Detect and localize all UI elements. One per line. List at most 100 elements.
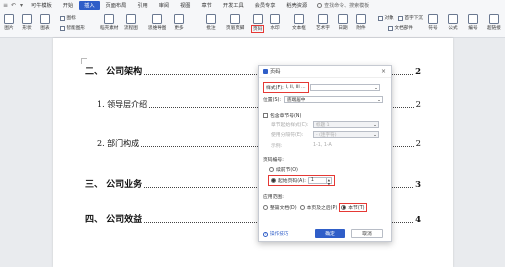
- page-number-icon: [252, 14, 263, 24]
- flowchart-button[interactable]: 流程图: [124, 14, 138, 31]
- menu-section[interactable]: 章节: [196, 1, 216, 10]
- object-button[interactable]: 对象: [378, 15, 394, 21]
- flowchart-icon: [125, 14, 136, 24]
- link-icon: [488, 14, 499, 24]
- smart-graph-icon: [60, 25, 65, 31]
- paperclip-icon: [356, 14, 366, 24]
- include-chapter-row[interactable]: 包含章节号(N): [263, 112, 301, 119]
- style-value: I, II, III ...: [285, 85, 306, 90]
- doc-parts-button[interactable]: 文档部件: [388, 25, 413, 31]
- help-icon: ?: [263, 231, 268, 237]
- undo-icon[interactable]: ↶: [10, 2, 17, 9]
- smart-graph-button[interactable]: 智能图形: [60, 25, 85, 31]
- menu-review[interactable]: 审阅: [154, 1, 174, 10]
- dialog-title-bar[interactable]: 页码 ×: [259, 66, 391, 78]
- picture-icon: [4, 14, 14, 24]
- comment-button[interactable]: 批注: [206, 14, 216, 31]
- wps-logo-icon: [263, 69, 268, 74]
- symbol-button[interactable]: 符号: [428, 14, 438, 31]
- style-select[interactable]: [309, 84, 380, 91]
- doc-parts-icon: [388, 25, 393, 31]
- shape-button[interactable]: 形状: [22, 14, 32, 31]
- mindmap-button[interactable]: 思维导图: [148, 14, 166, 31]
- start-page-highlight: 起始页码(A): 1 ▲ ▼: [268, 175, 335, 186]
- header-footer-button[interactable]: 页眉页脚: [226, 14, 244, 31]
- textbox-icon: [293, 14, 304, 24]
- menu-member[interactable]: 会员专享: [250, 1, 281, 10]
- menu-dev[interactable]: 开发工具: [218, 1, 249, 10]
- document-page[interactable]: 二、 公司架构 2 1. 领导层介绍 2 2. 部门构成 2 三、 公司业务 3 四、 …: [53, 38, 453, 267]
- icon-library-button[interactable]: 图标: [60, 15, 76, 21]
- formula-button[interactable]: 公式: [448, 14, 458, 31]
- include-chapter-checkbox[interactable]: [263, 113, 268, 118]
- chart-icon: [40, 14, 50, 24]
- chapter-start-select[interactable]: 标题 1: [313, 121, 379, 128]
- page-number-dialog: 页码 × 样式(F): I, II, III ... 位置(S): 底端居中 包…: [258, 65, 392, 242]
- position-row: 位置(S): 底端居中: [263, 96, 383, 103]
- ok-button[interactable]: 确定: [315, 229, 345, 238]
- numbering-heading: 页码编号:: [263, 158, 284, 163]
- apply-section-highlight: 本节(T): [339, 203, 367, 212]
- apply-after-radio[interactable]: [299, 205, 305, 210]
- apply-section-radio[interactable]: [341, 205, 347, 210]
- menu-template[interactable]: 可牛模板: [26, 1, 57, 10]
- watermark-button[interactable]: 水印: [270, 14, 280, 31]
- picture-button[interactable]: 图片: [4, 14, 14, 31]
- redo-icon[interactable]: ▾: [18, 2, 25, 9]
- spin-down-icon[interactable]: ▼: [328, 182, 330, 186]
- apply-row: 整篇文档(D) 本页及之后(P) 本节(T): [263, 203, 367, 212]
- start-page-row: 起始页码(A): 1 ▲ ▼: [268, 175, 335, 186]
- start-page-radio[interactable]: [271, 178, 276, 183]
- wordart-button[interactable]: 艺术字: [316, 14, 330, 31]
- apply-heading: 应用范围:: [263, 195, 284, 200]
- icons-icon: [60, 15, 65, 21]
- menu-home[interactable]: 开始: [58, 1, 78, 10]
- object-icon: [378, 15, 383, 21]
- example-row: 示例: 1-1, 1-A: [271, 143, 332, 149]
- continue-prev-option[interactable]: 续前节(O): [269, 166, 298, 173]
- pi-icon: [448, 14, 458, 24]
- start-page-spinner[interactable]: 1 ▲ ▼: [307, 177, 332, 186]
- chart-button[interactable]: 图表: [40, 14, 50, 31]
- command-search[interactable]: 查找命令、搜索模板: [317, 2, 369, 9]
- mindmap-icon: [152, 14, 163, 24]
- omega-icon: [428, 14, 438, 24]
- comment-icon: [206, 14, 216, 24]
- close-icon[interactable]: ×: [381, 68, 386, 75]
- stock-material-button[interactable]: 稻壳素材: [100, 14, 118, 31]
- menu-icon[interactable]: ≡: [2, 2, 9, 9]
- header-footer-icon: [230, 14, 241, 24]
- menu-view[interactable]: 视图: [175, 1, 195, 10]
- menu-reference[interactable]: 引用: [132, 1, 152, 10]
- calendar-icon: [338, 14, 348, 24]
- menu-insert[interactable]: 插入: [79, 1, 100, 10]
- separator-select[interactable]: - (连字符): [313, 131, 379, 138]
- number-icon: [468, 14, 478, 24]
- position-select[interactable]: 底端居中: [284, 96, 383, 103]
- wordart-icon: [317, 14, 328, 24]
- number-button[interactable]: 编号: [468, 14, 478, 31]
- menu-docer[interactable]: 稻壳资源: [281, 1, 312, 10]
- stock-icon: [104, 14, 115, 24]
- apply-whole-radio[interactable]: [263, 205, 268, 210]
- page-number-button[interactable]: 页码: [251, 14, 265, 33]
- menu-bar: ≡ ↶ ▾ 可牛模板 开始 插入 页面布局 引用 审阅 视图 章节 开发工具 会…: [0, 0, 505, 11]
- date-button[interactable]: 日期: [338, 14, 348, 31]
- ribbon: 图片 形状 图表 图标 智能图形 稻壳素材 流程图 思维导图 更多 批注 页眉页…: [0, 11, 505, 38]
- cancel-button[interactable]: 取消: [351, 229, 383, 238]
- more-icon: [174, 14, 184, 24]
- shape-icon: [22, 14, 32, 24]
- attachment-button[interactable]: 附件: [356, 14, 366, 31]
- continue-prev-radio[interactable]: [269, 167, 274, 172]
- more-button[interactable]: 更多: [174, 14, 184, 31]
- style-row: 样式(F): I, II, III ...: [263, 82, 380, 93]
- style-highlight: 样式(F): I, II, III ...: [263, 82, 309, 93]
- textbox-button[interactable]: 文本框: [292, 14, 306, 31]
- drop-cap-button[interactable]: 首字下沉: [398, 15, 423, 21]
- drop-cap-icon: [398, 15, 403, 21]
- search-icon: [317, 3, 323, 8]
- menu-layout[interactable]: 页面布局: [101, 1, 132, 10]
- chapter-start-row: 章节起始样式(C): 标题 1: [271, 121, 379, 128]
- tips-link[interactable]: ? 操作技巧: [263, 231, 288, 237]
- hyperlink-button[interactable]: 超链接: [487, 14, 501, 31]
